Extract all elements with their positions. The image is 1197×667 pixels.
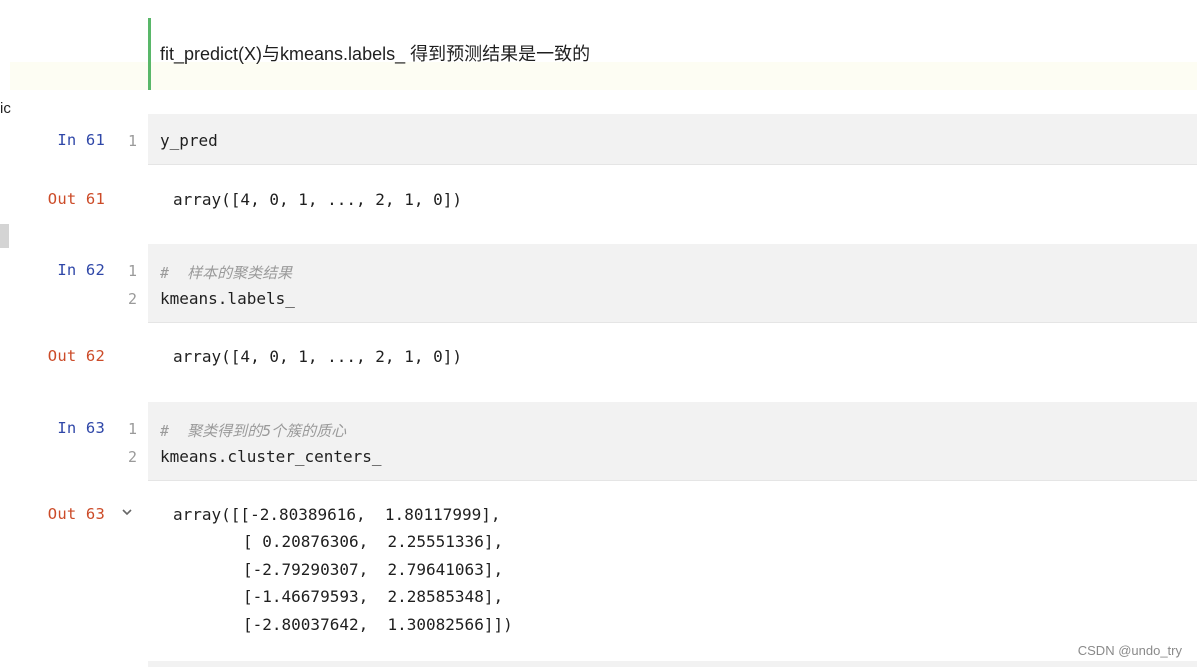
markdown-cell[interactable]: fit_predict(X)与kmeans.labels_ 得到预测结果是一致的 [10, 18, 1197, 90]
code-line[interactable]: kmeans.cluster_centers_ [160, 447, 382, 466]
code-line[interactable]: kmeans.labels_ [160, 289, 295, 308]
next-code-cell[interactable] [148, 661, 1197, 667]
line-number: 2 [127, 448, 137, 466]
code-cell-63[interactable] [148, 402, 1197, 481]
out-prompt-62: Out 62 [47, 347, 105, 365]
line-number: 1 [127, 132, 137, 150]
output-text-62: array([4, 0, 1, ..., 2, 1, 0]) [173, 347, 462, 366]
chevron-down-icon[interactable] [120, 505, 134, 519]
markdown-text: fit_predict(X)与kmeans.labels_ 得到预测结果是一致的 [160, 44, 591, 64]
cell-selection-bar [148, 18, 151, 90]
watermark: CSDN @undo_try [1077, 643, 1182, 658]
output-line: array([[-2.80389616, 1.80117999], [173, 505, 501, 524]
code-cell-62[interactable] [148, 244, 1197, 323]
output-text-61: array([4, 0, 1, ..., 2, 1, 0]) [173, 190, 462, 209]
out-prompt-63: Out 63 [47, 505, 105, 523]
output-line: [-1.46679593, 2.28585348], [243, 587, 504, 606]
output-line: [ 0.20876306, 2.25551336], [243, 532, 504, 551]
code-cell-61[interactable] [148, 114, 1197, 165]
line-number: 1 [127, 420, 137, 438]
line-number: 2 [127, 290, 137, 308]
side-scroll-marker[interactable] [0, 224, 9, 248]
line-number: 1 [127, 262, 137, 280]
code-comment[interactable]: # 聚类得到的5个簇的质心 [160, 420, 346, 441]
code-comment[interactable]: # 样本的聚类结果 [160, 262, 292, 283]
output-line: [-2.79290307, 2.79641063], [243, 560, 504, 579]
out-prompt-61: Out 61 [47, 190, 105, 208]
output-line: [-2.80037642, 1.30082566]]) [243, 615, 513, 634]
code-line[interactable]: y_pred [160, 131, 218, 150]
clipped-side-text: ic [0, 100, 11, 117]
